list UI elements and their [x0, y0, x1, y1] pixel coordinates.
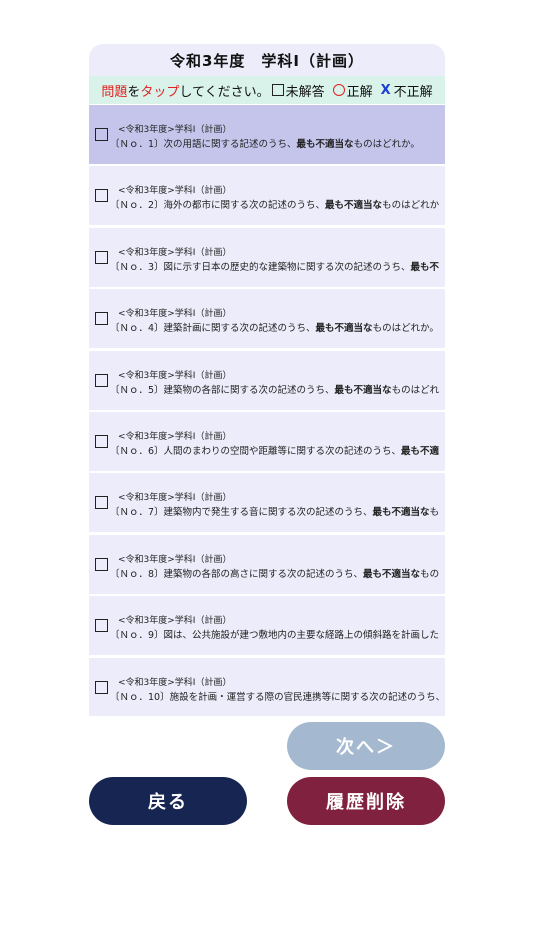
question-list-panel: 令和3年度 学科Ⅰ（計画） 問題をタップ してください。 未解答 正解 X 不正解 …: [89, 44, 445, 716]
question-text-suffix: ものはどれか。: [372, 323, 439, 335]
back-button[interactable]: 戻る: [89, 777, 247, 825]
instruction-tap-text: タップ: [140, 84, 180, 100]
question-row[interactable]: <令和3年度>学科Ⅰ（計画） 〔Ｎｏ．9〕図は、公共施設が建つ敷地内の主要な経路上…: [89, 596, 445, 656]
question-text: 〔Ｎｏ．8〕建築物の各部の高さに関する次の記述のうち、最も不適当なもの: [110, 566, 441, 580]
question-category: <令和3年度>学科Ⅰ（計画）: [118, 125, 232, 135]
question-row[interactable]: <令和3年度>学科Ⅰ（計画） 〔Ｎｏ．7〕建築物内で発生する音に関する次の記述のう…: [89, 473, 445, 533]
question-text-prefix: 〔Ｎｏ．10〕施設を計画・運営する際の官民連携等に関する次の記述のうち、: [110, 691, 441, 703]
question-category: <令和3年度>学科Ⅰ（計画）: [118, 554, 232, 565]
question-text-prefix: 〔Ｎｏ．3〕図に示す日本の歴史的な建築物に関する次の記述のうち、: [110, 261, 411, 273]
instruction-bar: 問題をタップ してください。 未解答 正解 X 不正解: [89, 76, 445, 104]
instruction-problem-text: 問題: [101, 84, 128, 100]
question-text-suffix: ものはどれか: [382, 200, 440, 212]
question-text: 〔Ｎｏ．6〕人間のまわりの空間や距離等に関する次の記述のうち、最も不適: [110, 443, 441, 457]
question-text: 〔Ｎｏ．7〕建築物内で発生する音に関する次の記述のうち、最も不適当なも: [110, 504, 441, 518]
instruction-particle-text: を: [127, 84, 141, 100]
next-button[interactable]: 次へ＞: [287, 722, 445, 770]
question-text-emphasis: 最も不適当な: [363, 568, 421, 580]
question-text-prefix: 〔Ｎｏ．6〕人間のまわりの空間や距離等に関する次の記述のうち、: [110, 445, 402, 457]
question-category: <令和3年度>学科Ⅰ（計画）: [118, 616, 232, 627]
question-text-suffix: もの: [420, 568, 440, 580]
incorrect-x-icon: X: [380, 82, 391, 98]
question-category: <令和3年度>学科Ⅰ（計画）: [118, 677, 232, 688]
question-row[interactable]: <令和3年度>学科Ⅰ（計画） 〔Ｎｏ．6〕人間のまわりの空間や距離等に関する次の記…: [89, 411, 445, 471]
unanswered-checkbox-icon: [95, 128, 108, 141]
question-category: <令和3年度>学科Ⅰ（計画）: [118, 493, 232, 504]
unanswered-checkbox-icon: [95, 557, 108, 571]
question-text-prefix: 〔Ｎｏ．1〕次の用語に関する記述のうち、: [110, 139, 297, 150]
question-text-prefix: 〔Ｎｏ．7〕建築物内で発生する音に関する次の記述のうち、: [110, 507, 373, 519]
page-title: 令和3年度 学科Ⅰ（計画）: [89, 44, 445, 76]
question-category: <令和3年度>学科Ⅰ（計画）: [118, 247, 232, 258]
question-row[interactable]: <令和3年度>学科Ⅰ（計画） 〔Ｎｏ．3〕図に示す日本の歴史的な建築物に関する次の…: [89, 227, 445, 287]
question-text-prefix: 〔Ｎｏ．5〕建築物の各部に関する次の記述のうち、: [110, 384, 335, 396]
unanswered-square-icon: [271, 84, 284, 96]
question-text: 〔Ｎｏ．1〕次の用語に関する記述のうち、最も不適当なものはどれか。: [110, 136, 441, 150]
question-text-emphasis: 最も不適当な: [296, 139, 354, 150]
question-text: 〔Ｎｏ．9〕図は、公共施設が建つ敷地内の主要な経路上の傾斜路を計画した: [110, 627, 441, 641]
question-row[interactable]: <令和3年度>学科Ⅰ（計画） 〔Ｎｏ．4〕建築計画に関する次の記述のうち、最も不適…: [89, 289, 445, 349]
question-text-prefix: 〔Ｎｏ．8〕建築物の各部の高さに関する次の記述のうち、: [110, 568, 364, 580]
question-text-suffix: ものはどれ: [391, 384, 440, 396]
question-text: 〔Ｎｏ．2〕海外の都市に関する次の記述のうち、最も不適当なものはどれか: [110, 197, 441, 211]
unanswered-checkbox-icon: [95, 189, 108, 203]
legend-unanswered-label: 未解答: [285, 84, 325, 100]
correct-circle-icon: [332, 84, 345, 96]
question-row[interactable]: <令和3年度>学科Ⅰ（計画） 〔Ｎｏ．10〕施設を計画・運営する際の官民連携等に関…: [89, 657, 445, 716]
legend-correct-label: 正解: [346, 84, 373, 100]
question-row[interactable]: <令和3年度>学科Ⅰ（計画） 〔Ｎｏ．8〕建築物の各部の高さに関する次の記述のうち…: [89, 534, 445, 594]
unanswered-checkbox-icon: [95, 373, 108, 387]
question-text-emphasis: 最も不: [410, 261, 440, 273]
question-text-prefix: 〔Ｎｏ．2〕海外の都市に関する次の記述のうち、: [110, 200, 326, 212]
unanswered-checkbox-icon: [95, 680, 108, 694]
delete-history-button[interactable]: 履歴削除: [287, 777, 445, 825]
unanswered-checkbox-icon: [95, 250, 108, 264]
question-row[interactable]: <令和3年度>学科Ⅰ（計画） 〔Ｎｏ．5〕建築物の各部に関する次の記述のうち、最も…: [89, 350, 445, 410]
instruction-please-text: してください。: [179, 84, 270, 100]
question-text-suffix: ものはどれか。: [353, 139, 420, 150]
question-text-emphasis: 最も不適当な: [325, 200, 383, 212]
question-category: <令和3年度>学科Ⅰ（計画）: [118, 431, 232, 442]
question-text: 〔Ｎｏ．3〕図に示す日本の歴史的な建築物に関する次の記述のうち、最も不: [110, 259, 441, 273]
question-text-emphasis: 最も不適当な: [315, 323, 373, 335]
question-text: 〔Ｎｏ．5〕建築物の各部に関する次の記述のうち、最も不適当なものはどれ: [110, 382, 441, 396]
question-category: <令和3年度>学科Ⅰ（計画）: [118, 186, 232, 197]
question-text: 〔Ｎｏ．10〕施設を計画・運営する際の官民連携等に関する次の記述のうち、: [110, 689, 441, 703]
unanswered-checkbox-icon: [95, 496, 108, 510]
question-text-prefix: 〔Ｎｏ．4〕建築計画に関する次の記述のうち、: [110, 323, 316, 335]
question-text-prefix: 〔Ｎｏ．9〕図は、公共施設が建つ敷地内の主要な経路上の傾斜路を計画した: [110, 630, 440, 642]
question-category: <令和3年度>学科Ⅰ（計画）: [118, 309, 232, 320]
question-text-emphasis: 最も不適: [401, 445, 440, 457]
question-text-emphasis: 最も不適当な: [334, 384, 392, 396]
question-text-emphasis: 最も不適当な: [372, 507, 430, 519]
unanswered-checkbox-icon: [95, 434, 108, 448]
question-row[interactable]: <令和3年度>学科Ⅰ（計画） 〔Ｎｏ．1〕次の用語に関する記述のうち、最も不適当な…: [89, 105, 445, 164]
unanswered-checkbox-icon: [95, 619, 108, 633]
question-text-suffix: も: [429, 507, 440, 519]
question-list: <令和3年度>学科Ⅰ（計画） 〔Ｎｏ．1〕次の用語に関する記述のうち、最も不適当な…: [89, 105, 445, 716]
question-category: <令和3年度>学科Ⅰ（計画）: [118, 370, 232, 381]
legend-incorrect-label: 不正解: [393, 84, 433, 100]
unanswered-checkbox-icon: [95, 312, 108, 326]
question-text: 〔Ｎｏ．4〕建築計画に関する次の記述のうち、最も不適当なものはどれか。: [110, 320, 441, 334]
question-row[interactable]: <令和3年度>学科Ⅰ（計画） 〔Ｎｏ．2〕海外の都市に関する次の記述のうち、最も不…: [89, 166, 445, 226]
